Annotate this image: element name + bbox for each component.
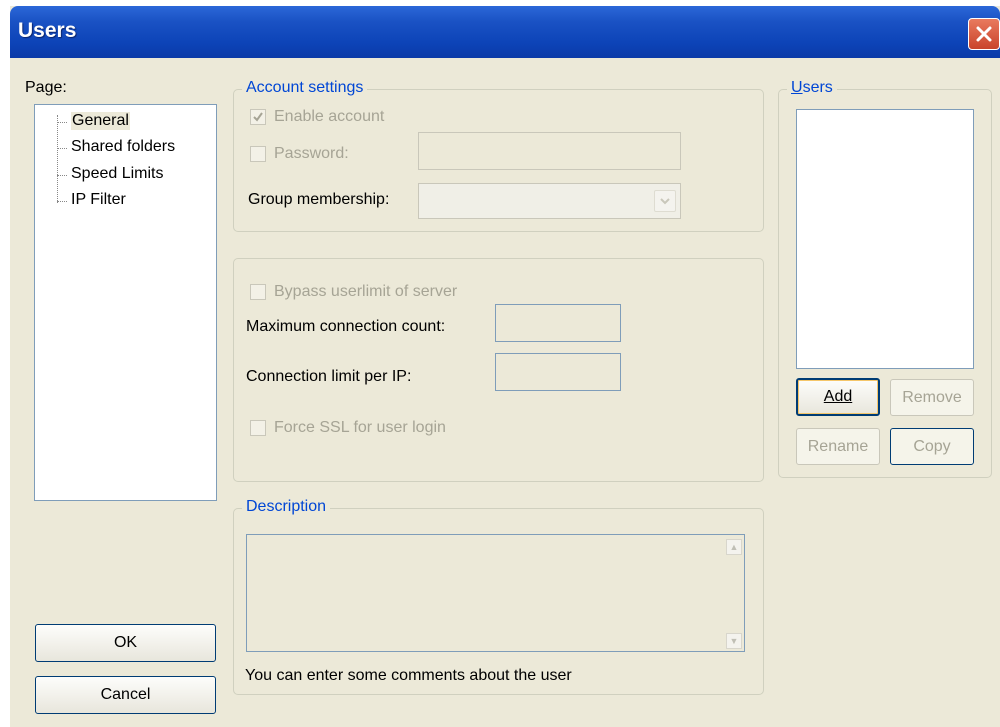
copy-user-button[interactable]: Copy xyxy=(890,428,974,465)
users-list[interactable] xyxy=(796,109,974,369)
tree-item-ip-filter[interactable]: IP Filter xyxy=(71,191,126,209)
description-hint: You can enter some comments about the us… xyxy=(245,667,572,684)
remove-user-button-label: Remove xyxy=(902,389,962,406)
max-connection-label: Maximum connection count: xyxy=(246,318,446,335)
bypass-userlimit-checkbox[interactable] xyxy=(250,284,266,300)
close-button[interactable] xyxy=(968,18,1000,50)
chevron-down-icon: ▼ xyxy=(729,636,739,646)
title-bar[interactable]: Users xyxy=(10,6,1000,58)
add-user-button-label: Add xyxy=(823,388,853,405)
tree-branch xyxy=(57,175,67,176)
rename-user-button-label: Rename xyxy=(807,438,869,455)
group-membership-label: Group membership: xyxy=(248,191,390,208)
tree-branch xyxy=(57,201,67,202)
account-settings-legend: Account settings xyxy=(242,79,368,97)
group-membership-select[interactable] xyxy=(418,183,681,219)
users-legend: Users xyxy=(787,79,837,97)
tree-branch xyxy=(57,148,67,149)
tree-item-speed-limits[interactable]: Speed Limits xyxy=(71,165,164,183)
max-connection-input[interactable] xyxy=(495,304,621,342)
page-tree[interactable]: General Shared folders Speed Limits IP F… xyxy=(34,104,217,501)
tree-item-shared-folders[interactable]: Shared folders xyxy=(71,138,175,156)
ok-button-label: OK xyxy=(113,634,138,651)
password-checkbox[interactable] xyxy=(250,146,266,162)
cancel-button-label: Cancel xyxy=(100,686,151,703)
password-label: Password: xyxy=(274,145,349,162)
tree-item-general[interactable]: General xyxy=(71,112,130,130)
connection-limit-per-ip-label: Connection limit per IP: xyxy=(246,368,412,385)
checkmark-icon xyxy=(253,112,263,122)
force-ssl-checkbox[interactable] xyxy=(250,420,266,436)
window-title: Users xyxy=(18,19,77,42)
chevron-down-icon xyxy=(660,198,670,205)
scroll-down-arrow[interactable]: ▼ xyxy=(726,633,742,649)
connection-limit-per-ip-input[interactable] xyxy=(495,353,621,391)
description-legend: Description xyxy=(242,498,331,516)
dropdown-button[interactable] xyxy=(654,190,676,212)
rename-user-button[interactable]: Rename xyxy=(796,428,880,465)
tree-connector xyxy=(57,115,58,203)
bypass-userlimit-label: Bypass userlimit of server xyxy=(274,283,458,300)
ok-button[interactable]: OK xyxy=(35,624,216,662)
chevron-up-icon: ▲ xyxy=(729,542,739,552)
close-icon xyxy=(976,26,992,42)
password-input[interactable] xyxy=(418,132,681,170)
scroll-up-arrow[interactable]: ▲ xyxy=(726,539,742,555)
tree-branch xyxy=(57,122,67,123)
add-user-button[interactable]: Add xyxy=(796,378,880,416)
description-textarea[interactable]: ▲ ▼ xyxy=(246,534,745,652)
copy-user-button-label: Copy xyxy=(913,438,951,455)
force-ssl-label: Force SSL for user login xyxy=(274,419,446,436)
users-dialog: Users Page: General Shared folders Speed… xyxy=(10,6,1000,727)
cancel-button[interactable]: Cancel xyxy=(35,676,216,714)
enable-account-checkbox[interactable] xyxy=(250,109,266,125)
enable-account-label: Enable account xyxy=(274,108,385,125)
page-label: Page: xyxy=(25,79,67,96)
remove-user-button[interactable]: Remove xyxy=(890,379,974,416)
